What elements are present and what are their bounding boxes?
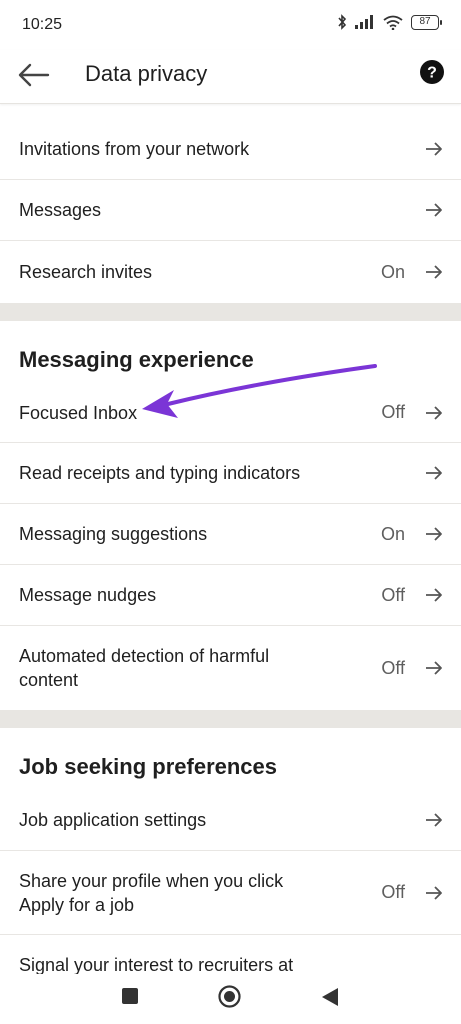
- system-nav-bar: [0, 974, 461, 1024]
- settings-row-messages[interactable]: Messages: [0, 180, 461, 241]
- back-arrow-icon[interactable]: [16, 60, 50, 90]
- battery-level: 87: [419, 15, 431, 27]
- svg-text:?: ?: [427, 65, 437, 82]
- section-divider: [0, 303, 461, 321]
- chevron-right-arrow-icon: [426, 885, 442, 900]
- section-divider: [0, 710, 461, 728]
- section-title-messaging: Messaging experience: [0, 321, 461, 383]
- section-title-text: Messaging experience: [19, 347, 254, 372]
- row-value: On: [380, 261, 405, 282]
- help-icon[interactable]: ?: [420, 60, 444, 84]
- settings-row-invitations[interactable]: Invitations from your network: [0, 118, 461, 180]
- settings-row-research-invites[interactable]: Research invites On: [0, 241, 461, 303]
- row-value: Off: [381, 657, 405, 678]
- signal-icon: [355, 15, 373, 29]
- row-value: Off: [381, 584, 405, 605]
- row-label: Job application settings: [19, 810, 207, 830]
- settings-row-messaging-suggestions[interactable]: Messaging suggestions On: [0, 504, 461, 565]
- row-label: Messaging suggestions: [19, 524, 208, 544]
- row-label: Read receipts and typing indicators: [19, 463, 301, 483]
- recents-button[interactable]: [122, 988, 138, 1004]
- row-label: Invitations from your network: [19, 138, 250, 159]
- chevron-right-arrow-icon: [426, 466, 442, 480]
- status-time: 10:25: [22, 16, 63, 33]
- chevron-right-arrow-icon: [426, 203, 442, 217]
- settings-row-read-receipts[interactable]: Read receipts and typing indicators: [0, 443, 461, 504]
- row-label: Research invites: [19, 262, 153, 282]
- row-value: Off: [381, 402, 405, 422]
- row-value: Off: [381, 882, 405, 902]
- chevron-right-arrow-icon: [426, 813, 442, 827]
- chevron-right-arrow-icon: [426, 405, 442, 420]
- bluetooth-icon: [338, 14, 347, 30]
- section-title-text: Job seeking preferences: [19, 754, 278, 779]
- row-label: Messages: [19, 200, 102, 220]
- row-label: Focused Inbox: [19, 402, 138, 423]
- app-header: Data privacy ?: [0, 50, 461, 104]
- section-title-job: Job seeking preferences: [0, 728, 461, 790]
- wifi-icon: [383, 15, 403, 30]
- settings-row-job-application[interactable]: Job application settings: [0, 790, 461, 851]
- settings-row-focused-inbox[interactable]: Focused Inbox Off: [0, 383, 461, 443]
- chevron-right-arrow-icon: [426, 527, 442, 541]
- chevron-right-arrow-icon: [426, 661, 442, 675]
- battery-icon: 87: [411, 14, 442, 30]
- chevron-right-arrow-icon: [426, 141, 442, 156]
- row-label: Message nudges: [19, 585, 157, 605]
- row-value: On: [380, 523, 405, 544]
- settings-row-message-nudges[interactable]: Message nudges Off: [0, 565, 461, 626]
- settings-row-harmful-content[interactable]: Automated detection of harmful content O…: [0, 626, 461, 710]
- chevron-right-arrow-icon: [426, 265, 442, 279]
- chevron-right-arrow-icon: [426, 588, 442, 602]
- page-title: Data privacy: [85, 61, 208, 86]
- settings-row-share-profile[interactable]: Share your profile when you click Apply …: [0, 851, 461, 935]
- status-bar: 10:25 87: [0, 0, 461, 50]
- row-label: Share your profile when you click Apply …: [19, 870, 284, 915]
- row-label: Automated detection of harmful content: [19, 646, 270, 690]
- settings-list: Invitations from your network Messages R…: [0, 118, 461, 995]
- back-button[interactable]: [321, 987, 339, 1007]
- status-icons: 87: [337, 14, 442, 30]
- home-button[interactable]: [218, 985, 241, 1008]
